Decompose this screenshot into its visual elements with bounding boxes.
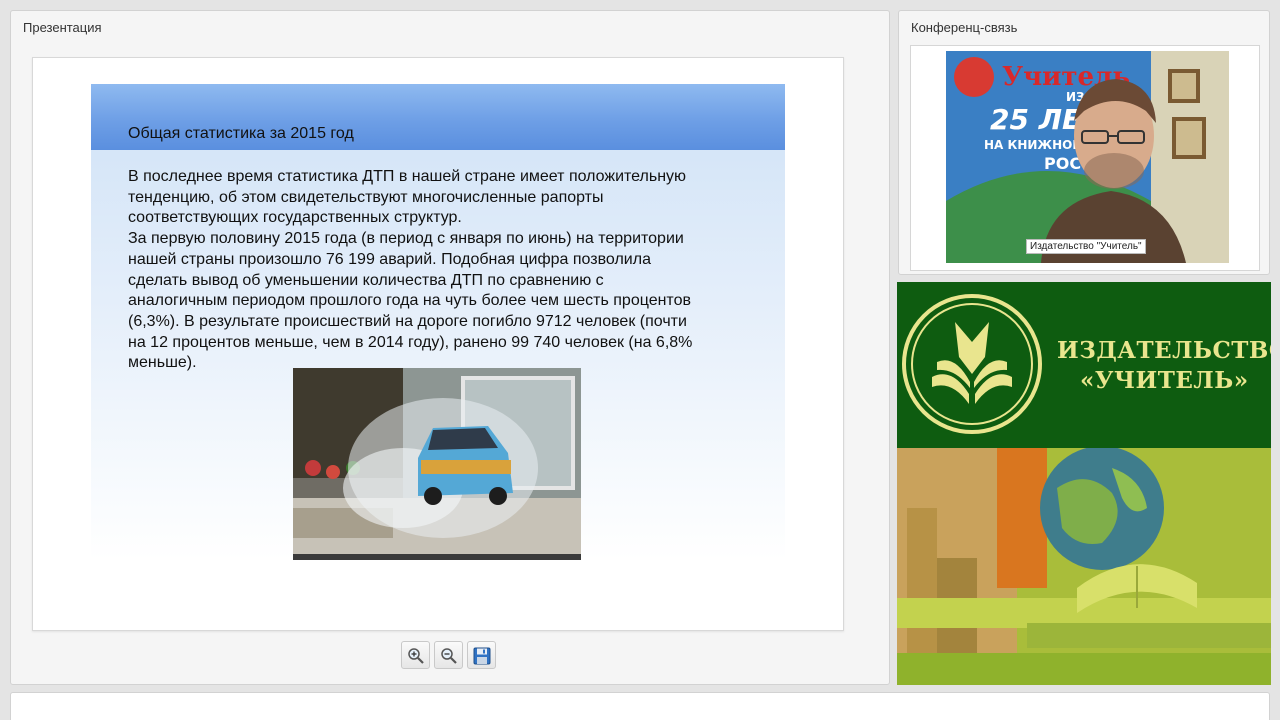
presentation-panel-title: Презентация <box>23 20 102 35</box>
zoom-in-button[interactable] <box>401 641 430 669</box>
zoom-out-button[interactable] <box>434 641 463 669</box>
conference-panel: Конференц-связь Учитель ИЗДАТ 25 ЛЕТ НА … <box>898 10 1270 275</box>
save-button[interactable] <box>467 641 496 669</box>
slide-text-line: За первую половину 2015 года (в период с… <box>128 230 684 248</box>
slide-text-line: тенденцию, об этом свидетельствуют много… <box>128 188 604 206</box>
slide-photo-car-crash <box>293 368 581 560</box>
participant-video[interactable]: Учитель ИЗДАТ 25 ЛЕТ НА КНИЖНОМ Р РОСС И… <box>946 51 1229 263</box>
slide-text-line: соответствующих государственных структур… <box>128 209 462 227</box>
banner-books-image <box>897 448 1271 685</box>
publisher-logo-icon <box>902 294 1042 434</box>
banner-name-line1: ИЗДАТЕЛЬСТВО <box>1057 337 1271 364</box>
zoom-in-icon <box>408 648 424 664</box>
zoom-out-icon <box>441 648 457 664</box>
conference-panel-title: Конференц-связь <box>911 20 1018 35</box>
slide-text-line: сделать вывод об уменьшении количества Д… <box>128 271 604 289</box>
banner-logo-area: ИЗДАТЕЛЬСТВО «УЧИТЕЛЬ» <box>897 282 1271 448</box>
slide-heading: Общая статистика за 2015 год <box>128 125 354 142</box>
slide-text-line: В последнее время статистика ДТП в нашей… <box>128 168 687 185</box>
video-frame: Учитель ИЗДАТ 25 ЛЕТ НА КНИЖНОМ Р РОСС И… <box>910 45 1260 271</box>
save-icon <box>473 647 491 665</box>
slide-text-line: нашей страны произошло 76 199 аварий. По… <box>128 250 651 268</box>
participant-name-label: Издательство "Учитель" <box>1026 239 1146 254</box>
presentation-panel: Презентация Общая статистика за 2015 год… <box>10 10 890 685</box>
publisher-banner: ИЗДАТЕЛЬСТВО «УЧИТЕЛЬ» <box>897 282 1271 685</box>
bottom-panel <box>10 692 1270 720</box>
slide-text-line: аналогичным периодом прошлого года на чу… <box>128 292 691 310</box>
slide-text-line: на 12 процентов меньше, чем в 2014 году)… <box>128 333 693 351</box>
slide-text-line: (6,3%). В результате происшествий на дор… <box>128 312 687 330</box>
slide-body-text: В последнее время статистика ДТП в нашей… <box>128 167 768 374</box>
banner-name-line2: «УЧИТЕЛЬ» <box>1080 367 1249 394</box>
slide-viewer[interactable]: Общая статистика за 2015 год В последнее… <box>32 57 844 631</box>
slide: Общая статистика за 2015 год В последнее… <box>91 84 785 560</box>
